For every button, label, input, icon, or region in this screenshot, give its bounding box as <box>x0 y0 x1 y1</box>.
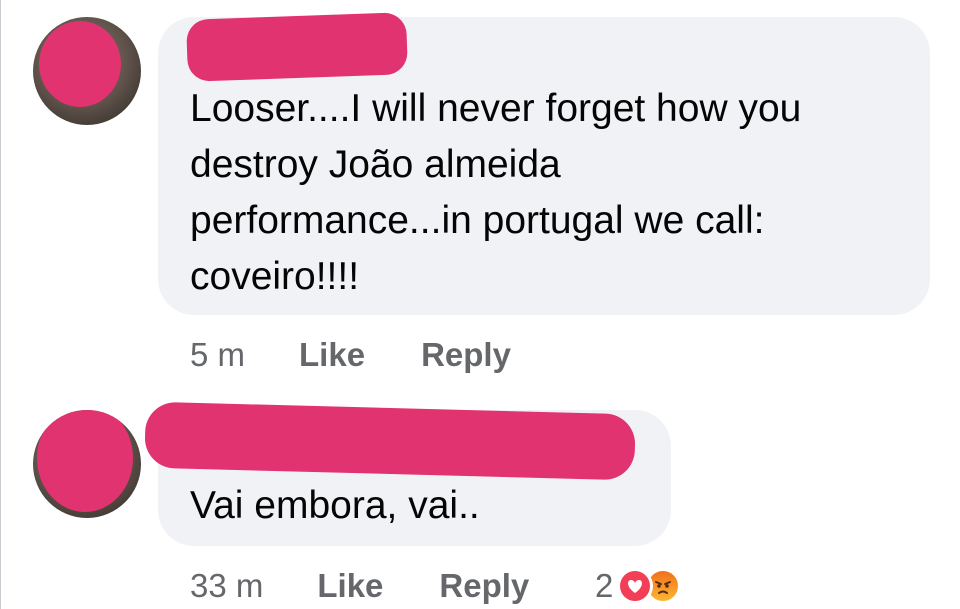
comment-text-line: coveiro!!!! <box>190 255 360 298</box>
love-icon <box>617 568 654 604</box>
like-button[interactable]: Like <box>317 567 383 605</box>
comment-timestamp[interactable]: 5 m <box>190 336 245 374</box>
reaction-count: 2 <box>595 567 614 604</box>
avatar[interactable] <box>33 410 141 518</box>
comment-timestamp[interactable]: 33 m <box>190 567 263 605</box>
avatar-redaction <box>39 21 121 107</box>
comment-text-line: Looser....I will never forget how you <box>190 87 802 130</box>
avatar[interactable] <box>33 17 141 125</box>
comment-meta: 33 m Like Reply <box>190 566 529 606</box>
author-name-redaction <box>185 12 409 82</box>
comment-text: Vai embora, vai.. <box>190 484 480 527</box>
comment-text: Looser....I will never forget how you de… <box>190 81 910 305</box>
like-button[interactable]: Like <box>299 336 365 374</box>
comment-thread: K Looser....I will never forget how you … <box>0 0 960 609</box>
comment-meta: 5 m Like Reply <box>190 335 511 375</box>
avatar-redaction <box>37 410 133 512</box>
comment-text-line: performance...in portugal we call: <box>190 199 765 242</box>
author-name-redaction <box>144 401 636 481</box>
comment-text-line: destroy João almeida <box>190 143 561 186</box>
reply-button[interactable]: Reply <box>421 336 511 374</box>
reply-button[interactable]: Reply <box>439 567 529 605</box>
reaction-summary[interactable]: 2 <box>595 566 682 606</box>
